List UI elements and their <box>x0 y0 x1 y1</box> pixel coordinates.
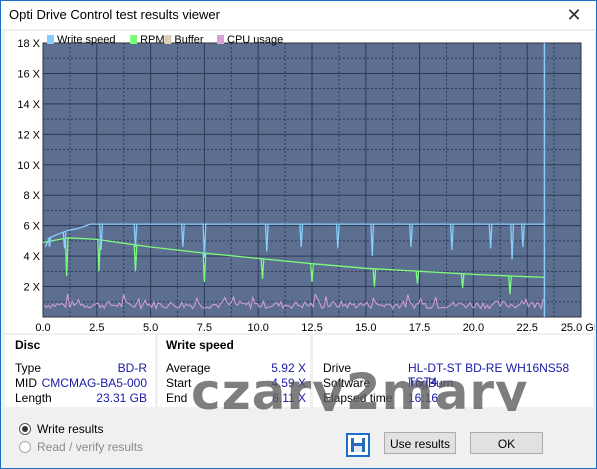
y-tick-label: 10 X <box>17 160 40 172</box>
x-tick-label: 17.5 <box>409 322 430 333</box>
legend-label: CPU usage <box>227 34 283 46</box>
legend-swatch <box>164 35 172 44</box>
close-icon[interactable]: ✕ <box>562 4 586 26</box>
write-results-radio[interactable] <box>19 423 31 435</box>
x-tick-label: 7.5 <box>197 322 212 333</box>
write-speed-header: Write speed <box>166 338 234 352</box>
x-tick-label: 5.0 <box>143 322 158 333</box>
y-tick-label: 18 X <box>17 38 40 50</box>
legend-label: Buffer <box>174 34 203 46</box>
y-tick-label: 6 X <box>23 221 40 233</box>
length-value: 23.31 GB <box>96 391 147 405</box>
x-tick-label: 25.0 GB <box>561 322 595 333</box>
end-label: End <box>166 391 188 405</box>
mid-value: CMCMAG-BA5-000 <box>41 376 147 390</box>
x-tick-label: 10.0 <box>247 322 268 333</box>
title-bar: Opti Drive Control test results viewer ✕ <box>1 1 596 29</box>
x-tick-label: 0.0 <box>35 322 50 333</box>
legend-swatch <box>47 35 54 44</box>
floppy-disk-icon <box>351 438 365 452</box>
chart-panel: 0.0 2.5 5.0 7.5 10.0 12.5 15.0 17.5 20.0 22.5 25.0… <box>5 31 597 334</box>
y-tick-label: 2 X <box>23 282 40 294</box>
write-results-label[interactable]: Write results <box>37 422 103 436</box>
x-tick-label: 2.5 <box>89 322 104 333</box>
y-tick-label: 16 X <box>17 68 40 80</box>
ok-button[interactable]: OK <box>470 432 543 454</box>
disc-panel: Disc Type BD-R MID CMCMAG-BA5-000 Length… <box>5 335 155 407</box>
y-tick-label: 4 X <box>23 251 40 263</box>
legend-swatch <box>130 35 138 44</box>
mid-label: MID <box>15 376 37 390</box>
start-label: Start <box>166 376 192 390</box>
type-label: Type <box>15 361 42 375</box>
window-title: Opti Drive Control test results viewer <box>9 7 220 22</box>
length-label: Length <box>15 391 52 405</box>
use-results-button[interactable]: Use results <box>384 432 456 454</box>
x-tick-label: 12.5 <box>301 322 322 333</box>
legend-label: Write speed <box>57 34 116 46</box>
read-verify-label[interactable]: Read / verify results <box>37 440 143 454</box>
read-verify-radio[interactable] <box>19 441 31 453</box>
bottom-bar: Write results Read / verify results Use … <box>1 411 596 468</box>
legend-label: RPM <box>140 34 164 46</box>
x-tick-label: 15.0 <box>355 322 376 333</box>
x-tick-label: 20.0 <box>463 322 484 333</box>
y-tick-label: 8 X <box>23 190 40 202</box>
x-tick-label: 22.5 <box>516 322 537 333</box>
write-speed-chart: 0.0 2.5 5.0 7.5 10.0 12.5 15.0 17.5 20.0 22.5 25.0… <box>17 34 597 334</box>
save-button[interactable] <box>346 433 370 457</box>
y-tick-label: 12 X <box>17 129 40 141</box>
legend-swatch <box>217 35 224 44</box>
type-value: BD-R <box>117 361 147 375</box>
disc-header: Disc <box>15 338 41 352</box>
app-window: Opti Drive Control test results viewer ✕… <box>0 0 597 469</box>
y-tick-label: 14 X <box>17 99 40 111</box>
